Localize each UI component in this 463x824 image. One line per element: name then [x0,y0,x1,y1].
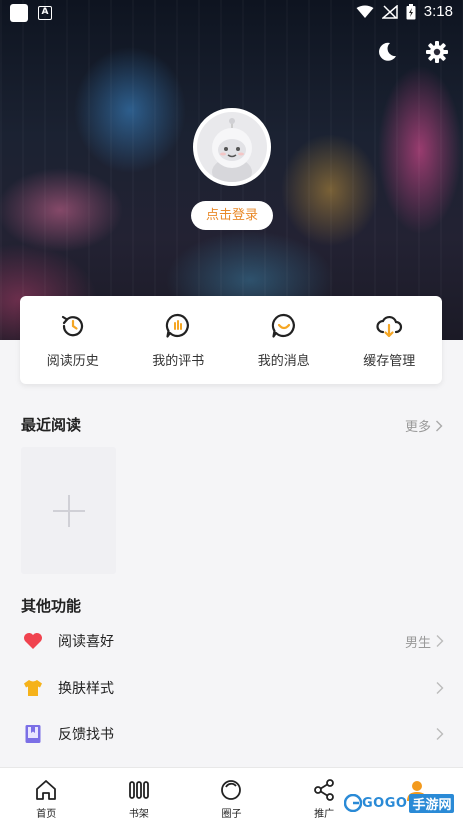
func-reading-preference[interactable]: 阅读喜好 男生 [0,619,463,663]
quick-item-history[interactable]: 阅读历史 [20,296,126,384]
quick-menu: 阅读历史 我的评书 我的消息 缓存管理 [20,296,442,384]
bookshelf-icon [128,781,149,799]
quick-item-label: 我的评书 [152,354,205,369]
shirt-icon [24,680,42,696]
watermark-suffix: 手游网 [409,793,455,813]
moon-icon[interactable] [375,40,399,64]
quick-item-label: 阅读历史 [46,354,99,369]
chevron-right-icon [436,728,444,740]
func-skin-style[interactable]: 换肤样式 [0,666,463,710]
quick-item-label: 我的消息 [257,354,310,369]
status-bar: A 3:18 [0,0,463,26]
func-value: 男生 [404,635,431,651]
quick-item-messages[interactable]: 我的消息 [231,296,337,384]
signal-off-icon [381,4,398,19]
tab-home[interactable]: 首页 [0,768,93,824]
tab-label: 圈子 [221,809,242,820]
chevron-right-icon [436,635,444,647]
quick-item-reviews[interactable]: 我的评书 [126,296,232,384]
message-icon [271,313,295,338]
more-label: 更多 [404,420,431,435]
tab-label: 首页 [36,809,57,820]
func-label: 换肤样式 [58,681,114,697]
tab-label: 推广 [314,809,335,820]
recent-reading-title: 最近阅读 [21,416,82,434]
tab-bookshelf[interactable]: 书架 [93,768,186,824]
tab-circle[interactable]: 圈子 [185,768,278,824]
tab-label: 书架 [128,809,149,820]
plus-icon [52,494,85,527]
chevron-right-icon [436,420,443,431]
cloud-download-icon [376,315,403,338]
battery-charging-icon [406,3,416,19]
app-notification-icon: A [38,6,52,20]
chevron-right-icon [436,682,444,694]
gear-icon[interactable] [425,40,449,64]
watermark-logo: GOGO 手游网 [344,790,455,816]
login-button[interactable]: 点击登录 [191,201,273,230]
clock: 3:18 [423,3,453,20]
avatar[interactable] [193,108,271,186]
func-label: 阅读喜好 [58,634,114,650]
quick-item-label: 缓存管理 [363,354,416,369]
wifi-icon [356,5,374,18]
heart-icon [24,633,42,649]
gogo-logo-icon [344,794,362,812]
notification-icon [10,4,28,22]
book-icon [25,725,41,743]
func-feedback[interactable]: 反馈找书 [0,712,463,756]
comment-icon [166,313,190,338]
share-icon [314,779,334,801]
other-functions-title: 其他功能 [21,597,82,615]
more-link[interactable]: 更多 [405,416,443,435]
add-book-button[interactable] [21,447,116,574]
circle-icon [221,780,242,800]
watermark-brand: GOGO [362,795,408,811]
home-icon [36,780,57,800]
history-icon [61,315,83,337]
quick-item-cache[interactable]: 缓存管理 [337,296,443,384]
func-label: 反馈找书 [58,727,114,743]
robot-avatar-icon [212,118,252,182]
